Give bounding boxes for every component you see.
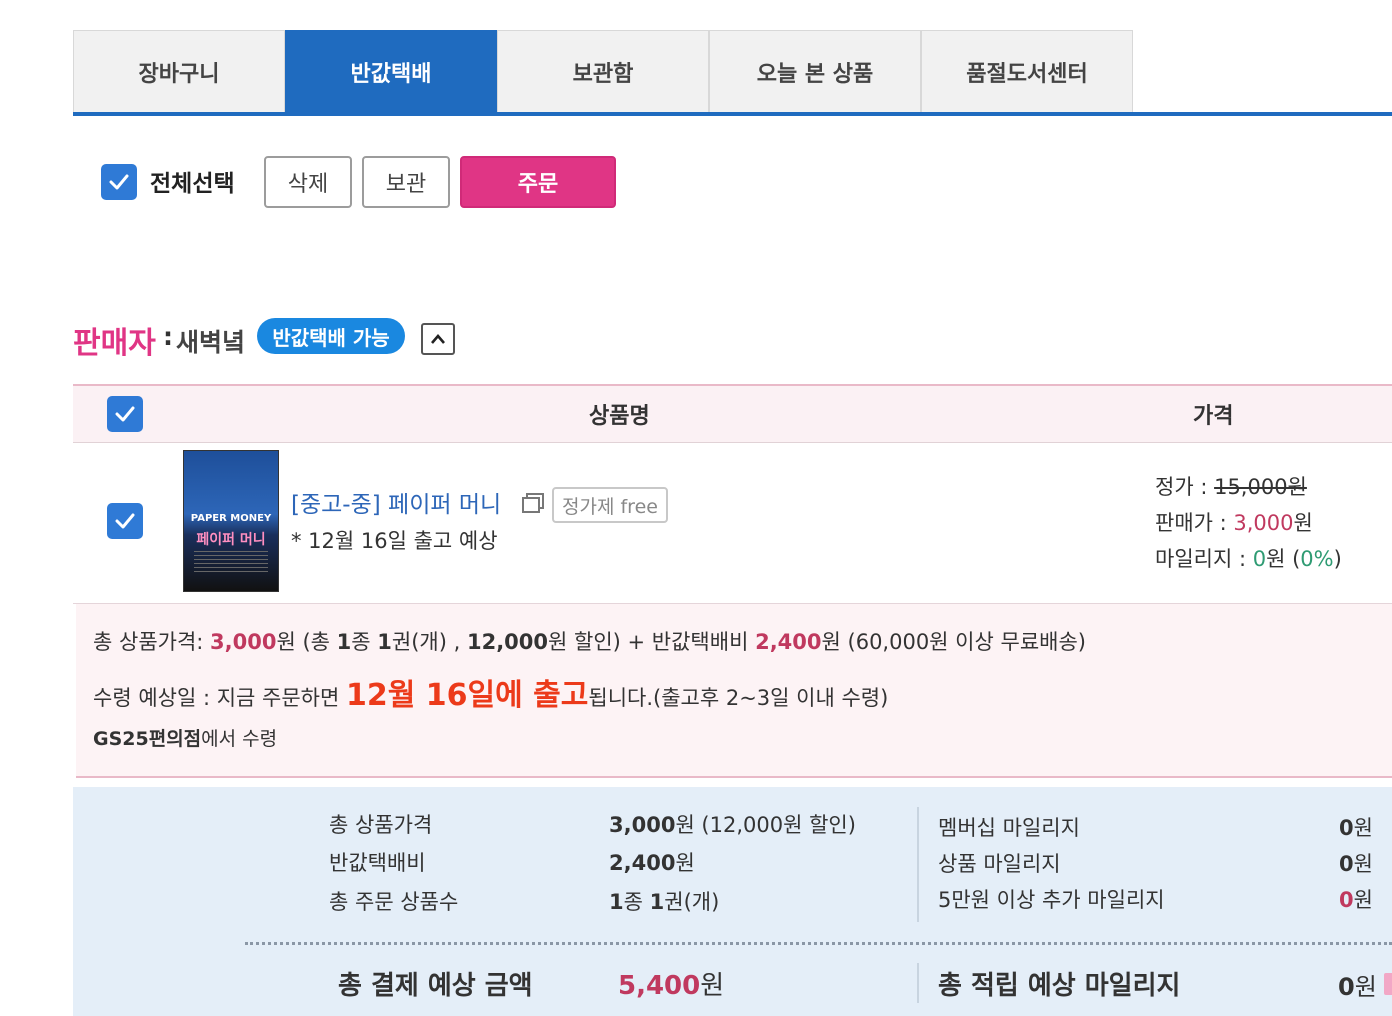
select-seller-checkbox[interactable]	[107, 396, 143, 432]
tab-half-price-delivery[interactable]: 반값택배	[285, 30, 497, 112]
cover-title-en: PAPER MONEY	[190, 513, 272, 524]
table-header: 상품명 가격	[73, 384, 1392, 443]
delivery-fee-label: 반값택배비	[329, 851, 426, 875]
column-price: 가격	[1193, 404, 1234, 429]
item-count-label: 총 주문 상품수	[329, 890, 459, 914]
table-row: PAPER MONEY 페이퍼 머니 [중고-중] 페이퍼 머니 정가제 fre…	[73, 443, 1392, 604]
cover-title-ko: 페이퍼 머니	[196, 532, 266, 548]
cart-tabs: 장바구니 반값택배 보관함 오늘 본 상품 품절도서센터	[73, 30, 1392, 116]
tab-saved[interactable]: 보관함	[497, 30, 709, 112]
ship-estimate-note: * 12월 16일 출고 예상	[291, 529, 498, 553]
seller-summary: 총 상품가격: 3,000원 (총 1종 1권(개) , 12,000원 할인)…	[76, 604, 1392, 778]
seller-colon: :	[163, 322, 173, 351]
extra-mileage-label: 5만원 이상 추가 마일리지	[938, 888, 1165, 912]
extra-mileage-value: 0원	[1339, 888, 1373, 912]
book-cover-image[interactable]: PAPER MONEY 페이퍼 머니	[184, 451, 278, 591]
price-info: 정가 : 15,000원 판매가 : 3,000원 마일리지 : 0원 (0%)	[1155, 469, 1342, 577]
check-icon	[115, 406, 135, 422]
product-checkbox[interactable]	[107, 503, 143, 539]
mileage-indicator	[1384, 973, 1392, 995]
tab-recently-viewed[interactable]: 오늘 본 상품	[709, 30, 921, 112]
sale-price-line: 판매가 : 3,000원	[1155, 511, 1313, 535]
order-button[interactable]: 주문	[460, 156, 616, 208]
delivery-fee-value: 2,400원	[609, 851, 695, 875]
sale-price: 3,000	[1233, 511, 1294, 535]
total-price-label: 총 상품가격	[329, 813, 433, 837]
tab-out-of-stock-center[interactable]: 품절도서센터	[921, 30, 1133, 112]
product-title-link[interactable]: [중고-중] 페이퍼 머니	[291, 485, 501, 519]
membership-mileage-label: 멤버십 마일리지	[938, 816, 1080, 840]
select-all-checkbox[interactable]	[101, 164, 137, 200]
dotted-separator	[245, 942, 1392, 945]
cover-text-lines	[194, 551, 268, 573]
column-product-name: 상품명	[589, 404, 650, 429]
summary-delivery-line: 수령 예상일 : 지금 주문하면 12월 16일에 출고됩니다.(출고후 2~3…	[93, 678, 889, 713]
membership-mileage-value: 0원	[1339, 816, 1373, 840]
check-icon	[109, 174, 129, 190]
item-count-value: 1종 1권(개)	[609, 890, 720, 914]
order-totals: 총 상품가격 3,000원 (12,000원 할인) 반값택배비 2,400원 …	[73, 787, 1392, 1016]
seller-name: 새벽녘	[176, 328, 246, 357]
seller-title: 판매자	[73, 326, 156, 361]
keep-button[interactable]: 보관	[362, 156, 450, 208]
grand-total-value: 5,400원	[618, 971, 725, 1001]
total-mileage-label: 총 적립 예상 마일리지	[938, 971, 1181, 1001]
delete-button[interactable]: 삭제	[264, 156, 352, 208]
check-icon	[115, 513, 135, 529]
totals-divider	[917, 807, 919, 922]
product-mileage-value: 0원	[1339, 852, 1373, 876]
summary-price-line: 총 상품가격: 3,000원 (총 1종 1권(개) , 12,000원 할인)…	[93, 630, 1086, 654]
tab-cart[interactable]: 장바구니	[73, 30, 285, 112]
fixed-price-free-tag: 정가제 free	[552, 487, 668, 523]
list-price-line: 정가 : 15,000원	[1155, 475, 1307, 499]
chevron-up-icon	[431, 334, 445, 344]
product-mileage-label: 상품 마일리지	[938, 852, 1061, 876]
select-all-label[interactable]: 전체선택	[150, 164, 235, 198]
totals-divider-bottom	[917, 963, 919, 1003]
collapse-button[interactable]	[421, 323, 455, 355]
half-price-available-badge: 반값택배 가능	[257, 318, 405, 354]
summary-pickup-line: GS25편의점에서 수령	[93, 728, 278, 750]
grand-total-label: 총 결제 예상 금액	[338, 971, 533, 1001]
new-window-icon[interactable]	[521, 492, 545, 514]
list-price: 15,000원	[1214, 475, 1307, 499]
total-price-value: 3,000원 (12,000원 할인)	[609, 813, 856, 837]
total-mileage-value: 0원	[1338, 973, 1377, 1001]
mileage-line: 마일리지 : 0원 (0%)	[1155, 547, 1342, 571]
